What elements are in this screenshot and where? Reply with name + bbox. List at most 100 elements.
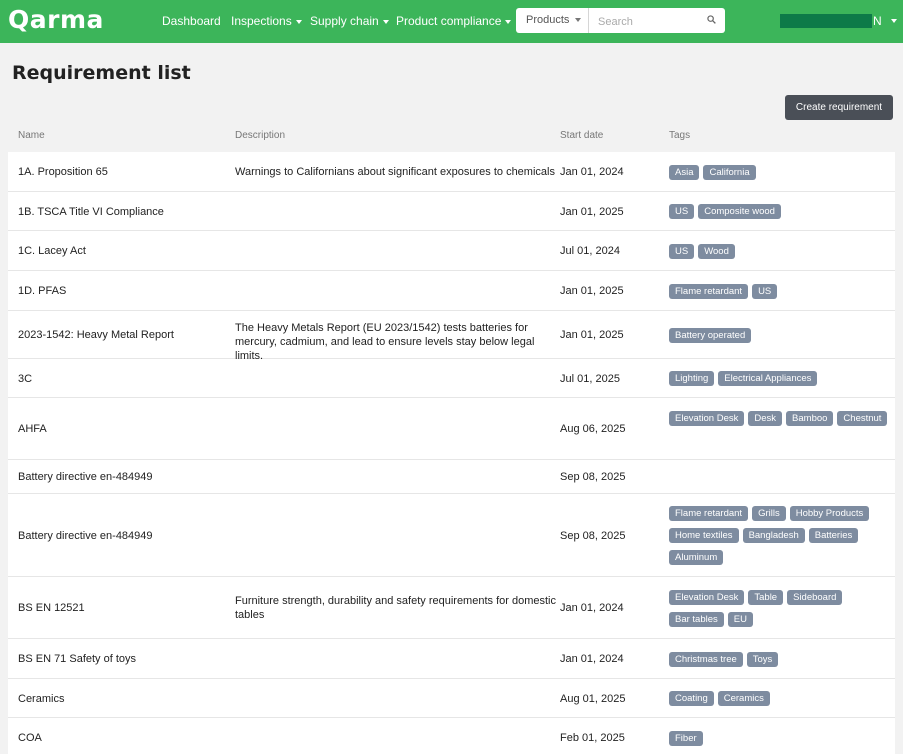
tag-badge[interactable]: US	[669, 204, 695, 219]
requirement-name[interactable]: BS EN 71 Safety of toys	[18, 652, 228, 666]
tag-badge[interactable]: Batteries	[808, 528, 859, 543]
top-navbar: Qarma Dashboard Inspections Supply chain…	[0, 0, 903, 43]
nav-inspections[interactable]: Inspections	[231, 13, 302, 29]
tag-badge[interactable]: Home textiles	[669, 528, 739, 543]
tag-badge[interactable]: US	[669, 243, 695, 259]
table-row[interactable]: BS EN 12521 Furniture strength, durabilit…	[8, 577, 895, 639]
tag-badge[interactable]: Wood	[698, 243, 735, 259]
create-requirement-button[interactable]: Create requirement	[785, 95, 893, 120]
chevron-down-icon	[295, 19, 302, 24]
tag-list: US Wood	[669, 243, 889, 259]
tag-badge[interactable]: Christmas tree	[669, 651, 743, 667]
column-header-name[interactable]: Name	[18, 130, 45, 142]
start-date: Jan 01, 2025	[560, 205, 624, 218]
nav-supply-chain-label: Supply chain	[310, 14, 379, 28]
start-date: Jan 01, 2024	[560, 166, 624, 178]
tag-list: Asia California	[669, 164, 889, 180]
tag-badge[interactable]: Lighting	[669, 371, 715, 386]
requirement-name[interactable]: Ceramics	[18, 692, 228, 706]
tag-badge[interactable]: Elevation Desk	[669, 410, 745, 426]
requirement-name[interactable]: 1A. Proposition 65	[18, 165, 228, 179]
requirement-name[interactable]: Battery directive en-484949	[18, 529, 228, 543]
tag-list: Flame retardant US	[669, 283, 889, 299]
requirement-name[interactable]: 1D. PFAS	[18, 284, 228, 298]
requirement-table: 1A. Proposition 65 Warnings to California…	[8, 152, 895, 754]
tag-badge[interactable]: Bangladesh	[742, 528, 805, 543]
nav-product-compliance[interactable]: Product compliance	[396, 13, 512, 29]
page-title: Requirement list	[12, 62, 191, 84]
tag-badge[interactable]: Electrical Appliances	[718, 371, 818, 386]
start-date: Jan 01, 2025	[560, 285, 624, 297]
tag-badge[interactable]: Coating	[669, 691, 714, 706]
tag-badge[interactable]: Composite wood	[698, 204, 781, 219]
requirement-description: Warnings to Californians about significa…	[235, 166, 555, 178]
tag-badge[interactable]: EU	[727, 611, 753, 627]
search-icon[interactable]	[707, 15, 716, 24]
tag-badge[interactable]: Toys	[746, 651, 779, 667]
requirement-name[interactable]: 2023-1542: Heavy Metal Report	[18, 328, 228, 342]
tag-badge[interactable]: Bamboo	[786, 410, 834, 426]
tag-list: Flame retardant Grills Hobby Products Home …	[669, 506, 889, 565]
tag-badge[interactable]: US	[752, 283, 778, 299]
tag-badge[interactable]: Hobby Products	[789, 506, 870, 521]
nav-product-compliance-label: Product compliance	[396, 14, 502, 28]
tag-badge[interactable]: Fiber	[669, 730, 703, 746]
table-row[interactable]: BS EN 71 Safety of toys Jan 01, 2024 Chris…	[8, 639, 895, 679]
requirement-description: Furniture strength, durability and safet…	[235, 595, 556, 621]
start-date: Jul 01, 2025	[560, 372, 620, 385]
search-category-select[interactable]: Products	[516, 8, 589, 33]
nav-supply-chain[interactable]: Supply chain	[310, 13, 389, 29]
table-row[interactable]: 1C. Lacey Act Jul 01, 2024 US Wood	[8, 231, 895, 271]
tag-badge[interactable]: Chestnut	[837, 410, 888, 426]
table-row[interactable]: Battery directive en-484949 Sep 08, 2025	[8, 460, 895, 494]
tag-badge[interactable]: Battery operated	[669, 327, 752, 343]
table-row[interactable]: AHFA Aug 06, 2025 Elevation Desk Desk Bamboo…	[8, 398, 895, 460]
user-name-redacted[interactable]	[780, 14, 872, 28]
table-row[interactable]: 2023-1542: Heavy Metal Report The Heavy M…	[8, 311, 895, 362]
tag-badge[interactable]: California	[703, 164, 756, 180]
table-row[interactable]: 1D. PFAS Jan 01, 2025 Flame retardant US	[8, 271, 895, 311]
search-input[interactable]	[590, 8, 710, 35]
nav-dashboard-label: Dashboard	[162, 14, 221, 28]
column-header-start-date[interactable]: Start date	[560, 130, 603, 142]
start-date: Sep 08, 2025	[560, 529, 626, 542]
table-row[interactable]: Ceramics Aug 01, 2025 Coating Ceramics	[8, 679, 895, 718]
table-row[interactable]: 1A. Proposition 65 Warnings to California…	[8, 152, 895, 192]
requirement-name[interactable]: 1B. TSCA Title VI Compliance	[18, 205, 228, 219]
user-initial[interactable]: N	[873, 13, 882, 29]
tag-badge[interactable]: Asia	[669, 164, 700, 180]
user-menu-chevron-down-icon[interactable]	[891, 19, 897, 23]
tag-badge[interactable]: Ceramics	[717, 691, 770, 706]
requirement-name[interactable]: AHFA	[18, 422, 228, 436]
column-header-description[interactable]: Description	[235, 130, 285, 142]
tag-badge[interactable]: Sideboard	[787, 589, 843, 605]
requirement-name[interactable]: BS EN 12521	[18, 601, 228, 615]
nav-dashboard[interactable]: Dashboard	[162, 13, 221, 29]
tag-badge[interactable]: Elevation Desk	[669, 589, 745, 605]
requirement-name[interactable]: Battery directive en-484949	[18, 470, 228, 484]
tag-badge[interactable]: Table	[748, 589, 784, 605]
table-row[interactable]: 3C Jul 01, 2025 Lighting Electrical Applian…	[8, 359, 895, 398]
search-group: Products	[516, 8, 725, 35]
table-row[interactable]: Battery directive en-484949 Sep 08, 2025 F…	[8, 494, 895, 577]
requirement-name[interactable]: 1C. Lacey Act	[18, 244, 228, 258]
column-header-tags[interactable]: Tags	[669, 130, 690, 142]
requirement-name[interactable]: COA	[18, 731, 228, 745]
table-row[interactable]: 1B. TSCA Title VI Compliance Jan 01, 2025…	[8, 192, 895, 231]
tag-badge[interactable]: Bar tables	[669, 611, 724, 627]
tag-list: Elevation Desk Desk Bamboo Chestnut	[669, 410, 889, 426]
tag-badge[interactable]: Flame retardant	[669, 506, 749, 521]
tag-list: Lighting Electrical Appliances	[669, 371, 889, 386]
tag-badge[interactable]: Grills	[752, 506, 786, 521]
tag-list: Christmas tree Toys	[669, 651, 889, 667]
start-date: Sep 08, 2025	[560, 471, 626, 483]
qarma-logo[interactable]: Qarma	[8, 5, 104, 35]
requirement-name[interactable]: 3C	[18, 372, 228, 386]
table-row[interactable]: COA Feb 01, 2025 Fiber	[8, 718, 895, 754]
tag-badge[interactable]: Desk	[748, 410, 783, 426]
chevron-down-icon	[382, 19, 389, 24]
tag-badge[interactable]: Aluminum	[669, 550, 724, 565]
tag-list: Fiber	[669, 730, 889, 746]
start-date: Jul 01, 2024	[560, 245, 620, 257]
tag-badge[interactable]: Flame retardant	[669, 283, 749, 299]
